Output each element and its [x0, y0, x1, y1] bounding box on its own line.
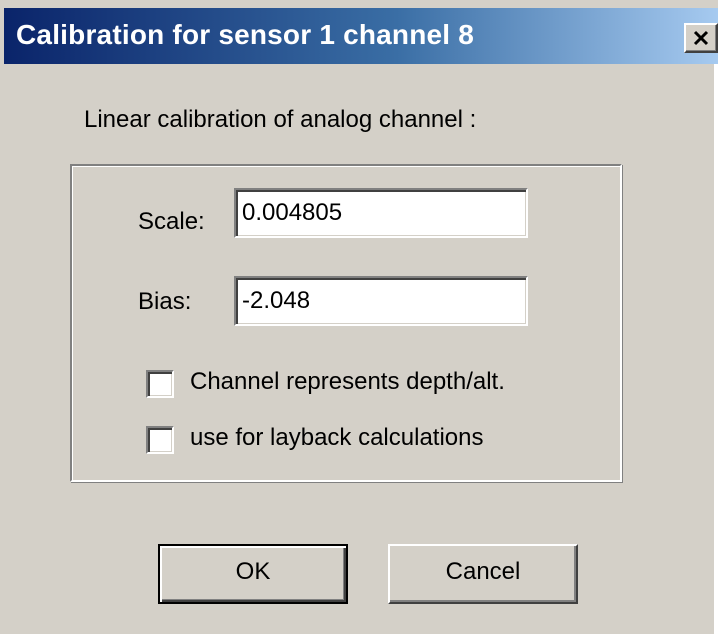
- depth-alt-checkbox[interactable]: [146, 370, 174, 398]
- scale-label: Scale:: [138, 208, 205, 235]
- cancel-button[interactable]: Cancel: [388, 544, 578, 604]
- calibration-dialog: Calibration for sensor 1 channel 8 Linea…: [0, 0, 718, 634]
- close-icon: [693, 30, 709, 46]
- scale-input[interactable]: [234, 188, 528, 238]
- layback-checkbox-label[interactable]: use for layback calculations: [190, 424, 483, 452]
- bias-input[interactable]: [234, 276, 528, 326]
- ok-button[interactable]: OK: [158, 544, 348, 604]
- window-right-edge: [714, 64, 718, 634]
- title-bar[interactable]: Calibration for sensor 1 channel 8: [4, 8, 718, 64]
- close-button[interactable]: [684, 23, 718, 53]
- calibration-heading: Linear calibration of analog channel :: [84, 106, 477, 133]
- window-title: Calibration for sensor 1 channel 8: [16, 19, 475, 50]
- bias-label: Bias:: [138, 288, 192, 315]
- layback-checkbox[interactable]: [146, 426, 174, 454]
- depth-alt-checkbox-label[interactable]: Channel represents depth/alt.: [190, 368, 505, 396]
